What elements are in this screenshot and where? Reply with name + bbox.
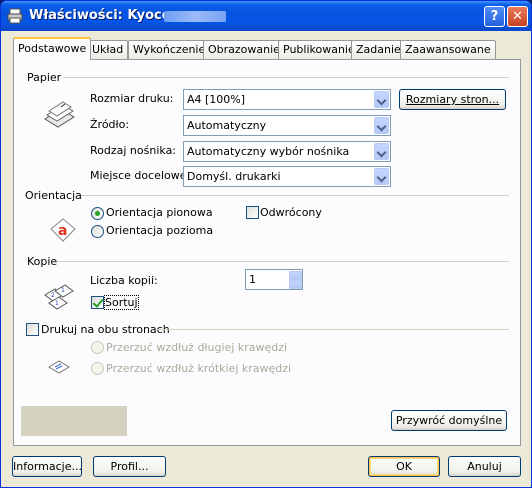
properties-window: Właściwości: Kyocera ? ✕ Podstawowe Ukła…	[0, 0, 532, 488]
destination-select[interactable]: Domyśl. drukarki	[183, 166, 391, 187]
paper-stack-icon	[44, 101, 75, 128]
short-edge-label: Przerzuć wzdłuż krótkiej krawędzi	[106, 362, 292, 375]
page-size-label: Rozmiar druku:	[90, 92, 174, 105]
duplex-label[interactable]: Drukuj na obu stronach	[41, 323, 170, 336]
destination-label: Miejsce docelowe:	[90, 169, 191, 182]
source-select[interactable]: Automatyczny	[183, 115, 391, 136]
chevron-down-icon[interactable]	[374, 168, 389, 185]
media-type-label: Rodzaj nośnika:	[90, 144, 177, 157]
short-edge-radio[interactable]	[91, 362, 104, 375]
portrait-orientation-icon: a	[50, 218, 76, 242]
source-label: Źródło:	[90, 118, 130, 131]
portrait-radio[interactable]	[91, 207, 104, 220]
chevron-down-icon[interactable]	[374, 117, 389, 134]
collate-label[interactable]: Sortuj	[104, 295, 139, 310]
page-size-value: A4 [100%]	[187, 93, 246, 106]
info-button[interactable]: Informacje...	[12, 456, 82, 477]
copies-group-label: Kopie	[27, 255, 58, 268]
svg-text:1: 1	[55, 300, 59, 307]
paper-group-label: Papier	[27, 71, 62, 84]
spin-up-icon[interactable]	[289, 271, 302, 280]
page-sizes-button-label: Rozmiary stron...	[405, 93, 500, 106]
copies-count-label: Liczba kopii:	[90, 274, 158, 287]
long-edge-label: Przerzuć wzdłuż długiej krawędzi	[106, 341, 288, 354]
preview-placeholder	[21, 406, 127, 436]
ok-button[interactable]: OK	[368, 456, 440, 477]
portrait-label[interactable]: Orientacja pionowa	[106, 206, 213, 219]
paper-separator	[63, 77, 509, 78]
source-value: Automatyczny	[187, 119, 267, 132]
rotated-label[interactable]: Odwrócony	[260, 206, 322, 219]
svg-text:1: 1	[61, 287, 65, 294]
restore-defaults-button[interactable]: Przywróć domyślne	[391, 410, 507, 431]
profile-button[interactable]: Profil...	[93, 456, 166, 477]
page-size-select[interactable]: A4 [100%]	[183, 89, 391, 110]
collate-checkbox[interactable]	[91, 296, 104, 309]
landscape-label[interactable]: Orientacja pozioma	[106, 224, 213, 237]
duplex-separator	[157, 329, 509, 330]
collated-copies-icon: 2 1 1	[44, 284, 74, 310]
landscape-radio[interactable]	[91, 225, 104, 238]
orientation-separator	[81, 195, 509, 196]
copies-count-value: 1	[249, 273, 256, 286]
rotated-checkbox[interactable]	[246, 206, 259, 219]
destination-value: Domyśl. drukarki	[187, 170, 281, 183]
copies-separator	[57, 261, 509, 262]
svg-text:2: 2	[51, 292, 55, 299]
svg-text:a: a	[58, 223, 67, 239]
cancel-button[interactable]: Anuluj	[448, 456, 521, 477]
orientation-group-label: Orientacja	[25, 189, 82, 202]
long-edge-radio[interactable]	[91, 341, 104, 354]
spin-down-icon[interactable]	[289, 280, 302, 289]
media-type-value: Automatyczny wybór nośnika	[187, 145, 350, 158]
duplex-page-icon	[48, 360, 70, 374]
chevron-down-icon[interactable]	[374, 91, 389, 108]
duplex-checkbox[interactable]	[26, 323, 39, 336]
page-sizes-button[interactable]: Rozmiary stron...	[399, 89, 506, 110]
chevron-down-icon[interactable]	[374, 143, 389, 160]
media-type-select[interactable]: Automatyczny wybór nośnika	[183, 141, 391, 162]
